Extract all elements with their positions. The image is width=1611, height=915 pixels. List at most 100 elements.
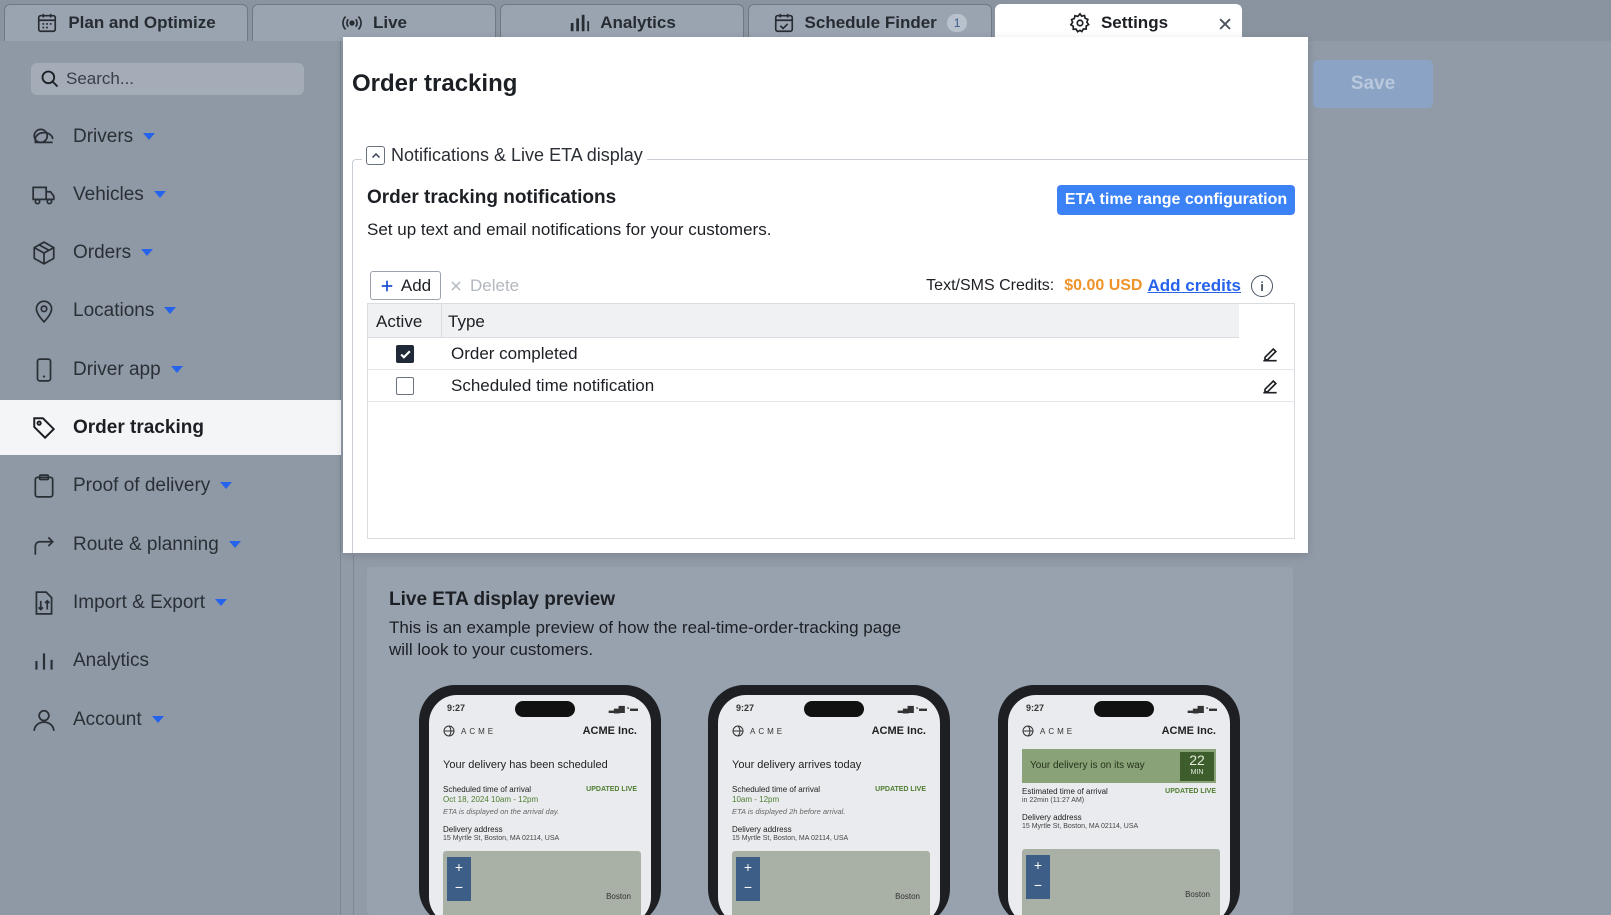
sidebar-item-label: Proof of delivery xyxy=(73,474,211,496)
eta-note: ETA is displayed on the arrival day. xyxy=(443,807,560,816)
map-city-label: Boston xyxy=(1185,890,1210,899)
sidebar-item-label: Route & planning xyxy=(73,533,219,555)
status-time: 9:27 xyxy=(1026,703,1045,713)
tab-settings[interactable]: Settings ✕ xyxy=(995,4,1242,41)
sidebar: Drivers Vehicles Orders Locations Driver… xyxy=(0,41,341,915)
truck-icon xyxy=(32,186,55,205)
chevron-down-icon xyxy=(170,366,183,373)
sidebar-item-proof-of-delivery[interactable]: Proof of delivery xyxy=(0,458,341,513)
active-checkbox[interactable] xyxy=(396,377,414,395)
arrival-value: Oct 18, 2024 10am - 12pm xyxy=(443,795,539,804)
import-export-icon xyxy=(35,590,53,615)
table-row[interactable]: Scheduled time notification xyxy=(368,370,1294,402)
tab-label: Analytics xyxy=(600,13,676,32)
order-tracking-modal: Order tracking Notifications & Live ETA … xyxy=(343,37,1308,553)
section-legend-label: Notifications & Live ETA display xyxy=(391,145,643,165)
tag-icon xyxy=(33,416,56,439)
eta-minutes-badge: 22 MIN xyxy=(1180,752,1214,781)
sidebar-item-analytics[interactable]: Analytics xyxy=(0,633,341,688)
checkmark-icon xyxy=(399,349,411,359)
chevron-down-icon xyxy=(228,541,241,548)
dynamic-island xyxy=(1094,701,1154,717)
clipboard-icon xyxy=(34,473,54,498)
info-icon[interactable]: i xyxy=(1251,275,1273,297)
delete-button[interactable]: Delete xyxy=(450,271,519,300)
analytics-icon xyxy=(35,652,53,670)
sidebar-item-vehicles[interactable]: Vehicles xyxy=(0,167,341,222)
sidebar-item-account[interactable]: Account xyxy=(0,692,341,747)
map-city-label: Boston xyxy=(895,892,920,901)
sidebar-item-label: Locations xyxy=(73,299,155,321)
phone-screen: 9:27 ▂▄▆ ◔ ▬ ACME ACME Inc. Your deliver… xyxy=(1008,695,1230,915)
dynamic-island xyxy=(515,701,575,717)
search-box[interactable] xyxy=(31,63,304,95)
sidebar-item-order-tracking[interactable]: Order tracking xyxy=(0,400,341,455)
map-preview: + − Boston xyxy=(732,851,930,915)
search-input[interactable] xyxy=(66,69,286,89)
sidebar-item-import-export[interactable]: Import & Export xyxy=(0,575,341,630)
sidebar-item-orders[interactable]: Orders xyxy=(0,225,341,280)
arrival-label: Scheduled time of arrival xyxy=(443,785,532,794)
sidebar-item-label: Account xyxy=(73,708,142,730)
company-name: ACME Inc. xyxy=(871,725,926,737)
column-header-type[interactable]: Type xyxy=(448,312,485,332)
add-button[interactable]: Add xyxy=(370,271,441,300)
eta-banner: Your delivery is on its way 22 MIN xyxy=(1022,749,1216,783)
address-value: 15 Myrtle St, Boston, MA 02114, USA xyxy=(732,835,849,842)
arrival-value: in 22min (11:27 AM) xyxy=(1022,797,1085,804)
address-label: Delivery address xyxy=(1022,813,1082,822)
tab-plan-and-optimize[interactable]: Plan and Optimize xyxy=(4,4,248,41)
save-button[interactable]: Save xyxy=(1313,60,1433,108)
globe-icon xyxy=(1022,725,1034,737)
updated-live-badge: UPDATED LIVE xyxy=(875,786,926,793)
sidebar-item-driver-app[interactable]: Driver app xyxy=(0,342,341,397)
calendar-grid-icon xyxy=(38,13,57,33)
chevron-down-icon xyxy=(153,191,166,198)
notifications-title: Order tracking notifications xyxy=(367,187,617,208)
column-header-active[interactable]: Active xyxy=(368,304,442,338)
map-preview: + − Boston xyxy=(443,851,641,915)
status-icons: ▂▄▆ ◔ ▬ xyxy=(608,704,638,713)
tab-label: Schedule Finder xyxy=(804,13,937,32)
pencil-icon[interactable] xyxy=(1260,376,1280,396)
zoom-controls: + − xyxy=(1026,855,1050,899)
add-credits-link[interactable]: Add credits xyxy=(1147,276,1241,296)
sidebar-item-route-planning[interactable]: Route & planning xyxy=(0,517,341,572)
sidebar-item-label: Vehicles xyxy=(73,183,144,205)
acme-logo: ACME xyxy=(1022,725,1075,737)
tab-schedule-finder[interactable]: Schedule Finder 1 xyxy=(748,4,992,41)
phone-screen: 9:27 ▂▄▆ ◔ ▬ ACME ACME Inc. Your deliver… xyxy=(718,695,940,915)
status-time: 9:27 xyxy=(447,703,466,713)
tab-live[interactable]: Live xyxy=(252,4,496,41)
address-label: Delivery address xyxy=(732,825,792,834)
table-header: Active Type xyxy=(368,304,1239,338)
sidebar-item-drivers[interactable]: Drivers xyxy=(0,109,341,164)
brand-text: ACME xyxy=(750,726,786,736)
delete-label: Delete xyxy=(470,275,520,295)
add-label: Add xyxy=(400,275,432,295)
address-value: 15 Myrtle St, Boston, MA 02114, USA xyxy=(1022,823,1139,830)
sms-credits: Text/SMS Credits: $0.00 USD Add credits … xyxy=(926,272,1273,300)
map-pin-icon xyxy=(35,299,53,323)
arrival-value: 10am - 12pm xyxy=(732,795,780,804)
table-row[interactable]: Order completed xyxy=(368,338,1294,370)
eta-time-range-button[interactable]: ETA time range configuration xyxy=(1057,185,1295,215)
phone-icon xyxy=(36,357,52,382)
phone-preview-today: 9:27 ▂▄▆ ◔ ▬ ACME ACME Inc. Your deliver… xyxy=(708,685,950,915)
notifications-description: Set up text and email notifications for … xyxy=(367,220,772,239)
credits-amount: $0.00 USD xyxy=(1064,277,1143,294)
page-title: Order tracking xyxy=(352,70,518,97)
pencil-icon[interactable] xyxy=(1260,344,1280,364)
status-time: 9:27 xyxy=(736,703,755,713)
active-checkbox[interactable] xyxy=(396,345,414,363)
collapse-button[interactable] xyxy=(366,146,385,165)
globe-icon xyxy=(732,725,744,737)
status-icons: ▂▄▆ ◔ ▬ xyxy=(1187,704,1217,713)
route-arrow-icon xyxy=(34,536,54,555)
globe-icon xyxy=(443,725,455,737)
tab-analytics[interactable]: Analytics xyxy=(500,4,744,41)
sidebar-item-locations[interactable]: Locations xyxy=(0,283,341,338)
status-icons: ▂▄▆ ◔ ▬ xyxy=(897,704,927,713)
arrival-label: Estimated time of arrival xyxy=(1022,787,1108,796)
close-icon[interactable]: ✕ xyxy=(1217,14,1233,37)
